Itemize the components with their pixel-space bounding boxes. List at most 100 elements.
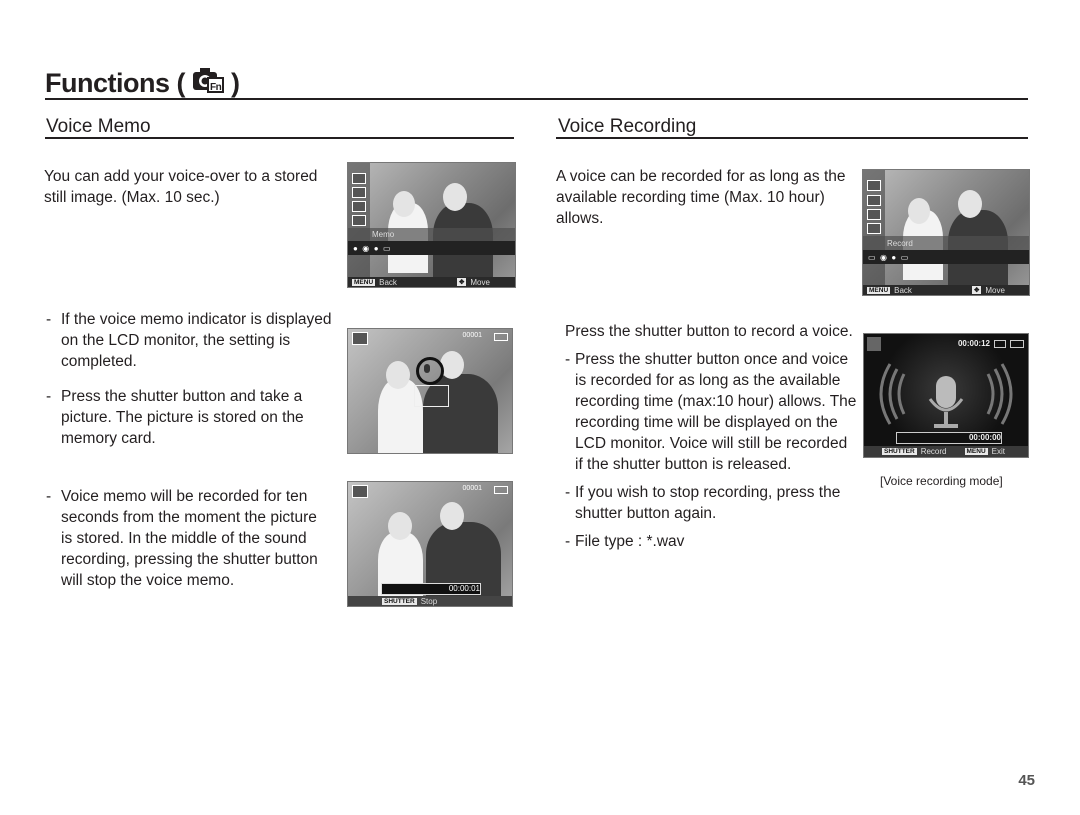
voice-recording-heading: Voice Recording <box>558 116 697 137</box>
screen-footer: SHUTTER Record MENU Exit <box>864 446 1028 457</box>
record-label: Record <box>920 447 947 456</box>
voice-memo-divider <box>45 137 514 139</box>
screen-caption: [Voice recording mode] <box>880 474 1003 488</box>
voice-memo-bullet: - Voice memo will be recorded for ten se… <box>46 486 346 591</box>
camera-mode-icon <box>352 485 368 498</box>
voice-record-mode-icon <box>867 337 881 351</box>
size-icon <box>867 195 881 206</box>
battery-icon <box>494 333 508 341</box>
bullet-dash: - <box>565 351 571 368</box>
svg-text:Fn: Fn <box>210 82 222 93</box>
voice-memo-indicator-highlight <box>416 357 444 385</box>
menu-row[interactable]: Record <box>863 236 1029 250</box>
menu-key: MENU <box>964 448 988 455</box>
frame-count: 00001 <box>462 485 482 492</box>
bullet-dash: - <box>46 388 52 405</box>
battery-icon <box>1010 340 1024 348</box>
metering-icon <box>352 215 366 226</box>
menu-label: Memo <box>372 230 395 239</box>
title-divider <box>45 98 1028 100</box>
shutter-key: SHUTTER <box>382 597 417 605</box>
recording-progress-bar: 00:00:00 <box>896 432 1002 444</box>
exit-label: Exit <box>991 447 1005 456</box>
battery-icon <box>494 486 508 494</box>
page-title: Functions ( Fn ) <box>45 66 240 101</box>
bullet-line: Press the shutter button once and voice <box>575 351 849 368</box>
lcd-memo-indicator-screen: 00001 <box>347 328 513 454</box>
bullet-line: completed. <box>61 353 137 370</box>
memory-card-icon <box>994 340 1006 348</box>
voice-memo-bullet: - If the voice memo indicator is display… <box>46 309 346 372</box>
menu-row[interactable]: Memo <box>348 228 515 241</box>
voice-recording-intro: A voice can be recorded for as long as t… <box>556 166 856 229</box>
microphone-icon <box>424 364 430 373</box>
voice-recording-divider <box>556 137 1028 139</box>
bullet-line: File type : *.wav <box>575 533 685 550</box>
back-label: Back <box>894 285 912 295</box>
intro-line: A voice can be recorded for as long as t… <box>556 168 846 185</box>
bullet-dash: - <box>46 488 52 505</box>
af-icon <box>867 180 881 191</box>
bullet-line: LCD monitor. Voice will still be recorde… <box>575 435 848 452</box>
move-label: Move <box>985 285 1005 295</box>
microphone-icon: ▭ ◉ ● ▭ <box>868 252 909 262</box>
microphone-soundwave-icon <box>879 363 1013 428</box>
intro-line: available recording time (Max. 10 hour) <box>556 189 825 206</box>
screen-footer: SHUTTER Stop <box>348 596 512 606</box>
screen-footer: MENU Back ✥ Move <box>863 285 1029 295</box>
quality-icon <box>352 201 366 212</box>
menu-label: Record <box>887 238 913 248</box>
camera-mode-icon <box>352 332 368 345</box>
bullet-dash: - <box>565 533 571 550</box>
move-label: Move <box>470 277 490 287</box>
lcd-memo-menu-screen: Memo ● ◉ ● ▭ MENU Back ✥ Move <box>347 162 516 288</box>
quality-icon <box>867 209 881 220</box>
bullet-line: on the LCD monitor, the setting is <box>61 332 291 349</box>
bullet-line: Voice memo will be recorded for ten <box>61 488 308 505</box>
voice-options-row[interactable]: ▭ ◉ ● ▭ <box>863 250 1029 264</box>
af-icon <box>352 173 366 184</box>
voice-options-row[interactable]: ● ◉ ● ▭ <box>348 241 515 255</box>
shutter-key: SHUTTER <box>882 448 917 455</box>
bullet-line: is stored. In the middle of the sound <box>61 530 307 547</box>
back-label: Back <box>379 277 397 287</box>
screen-footer: MENU Back ✥ Move <box>348 277 515 287</box>
bullet-line: shutter button again. <box>575 505 717 522</box>
bullet-dash: - <box>46 311 52 328</box>
dpad-icon: ✥ <box>971 286 982 294</box>
intro-line: still image. (Max. 10 sec.) <box>44 189 220 206</box>
intro-line: You can add your voice-over to a stored <box>44 168 318 185</box>
bullet-line: If you wish to stop recording, press the <box>575 484 841 501</box>
bullet-line: picture. The picture is stored on the <box>61 409 304 426</box>
bullet-line: memory card. <box>61 430 156 447</box>
dpad-icon: ✥ <box>456 278 467 286</box>
voice-recording-lead: Press the shutter button to record a voi… <box>565 323 853 340</box>
recording-timer: 00:00:01 <box>448 584 480 593</box>
menu-key: MENU <box>867 286 891 294</box>
size-icon <box>352 187 366 198</box>
bullet-dash: - <box>565 484 571 501</box>
intro-line: allows. <box>556 210 604 227</box>
bullet-line: Press the shutter button and take a <box>61 388 303 405</box>
voice-recording-bullet: - If you wish to stop recording, press t… <box>565 482 865 524</box>
voice-memo-bullet: - Press the shutter button and take a pi… <box>46 386 346 449</box>
voice-memo-heading: Voice Memo <box>46 116 151 137</box>
bullet-line: if the shutter button is released. <box>575 456 792 473</box>
bullet-line: recording, pressing the shutter button <box>61 551 318 568</box>
lcd-record-menu-screen: Record ▭ ◉ ● ▭ MENU Back ✥ Move <box>862 169 1030 296</box>
elapsed-time: 00:00:00 <box>968 433 1001 442</box>
recording-progress-bar: 00:00:01 <box>381 583 481 595</box>
voice-recording-bullet: - File type : *.wav <box>565 531 865 552</box>
bullet-line: is recorded for as long as the available <box>575 372 841 389</box>
bullet-line: recording time (max:10 hour) allows. The <box>575 393 857 410</box>
bullet-line: seconds from the moment the picture <box>61 509 317 526</box>
camera-function-icon: Fn <box>191 66 225 101</box>
lcd-voice-recording-mode-screen: 00:00:12 00:00:00 SHUTTER Record MENU Ex… <box>863 333 1029 458</box>
frame-count: 00001 <box>462 332 482 339</box>
microphone-icon: ● ◉ ● ▭ <box>353 243 391 253</box>
bullet-line: If the voice memo indicator is displayed <box>61 311 332 328</box>
bullet-line: will stop the voice memo. <box>61 572 235 589</box>
remaining-time: 00:00:12 <box>957 339 990 348</box>
menu-key: MENU <box>352 278 376 286</box>
bullet-line: recording time will be displayed on the <box>575 414 838 431</box>
